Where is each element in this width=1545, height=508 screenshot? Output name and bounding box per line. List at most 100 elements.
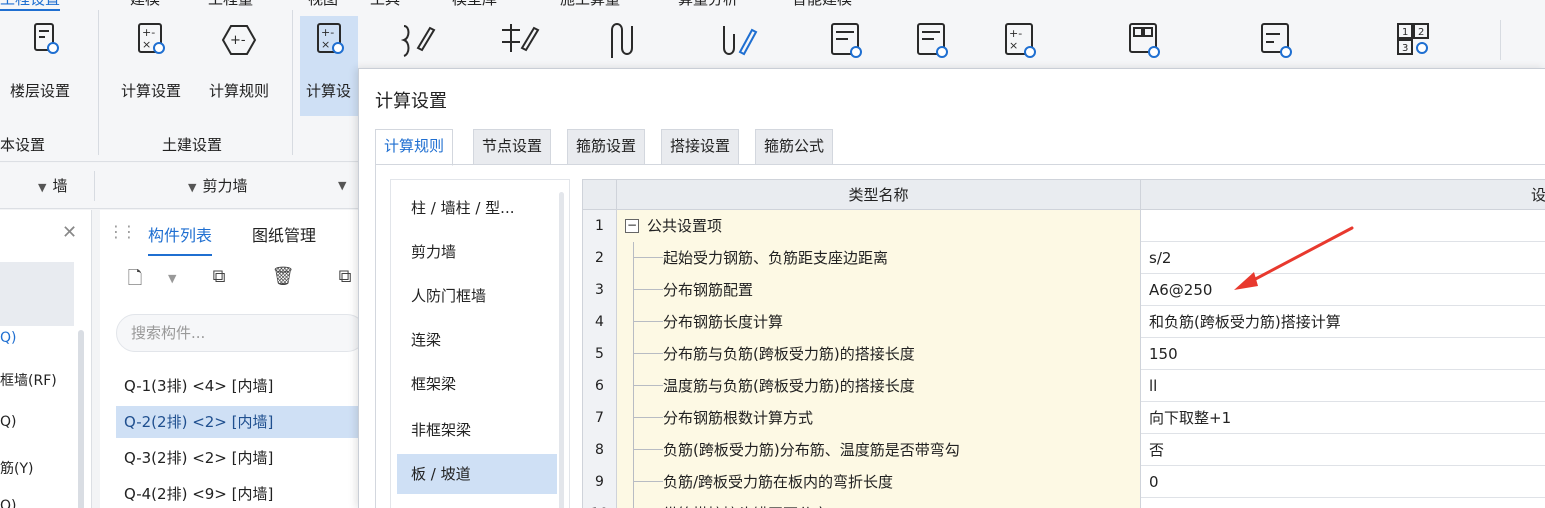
table-row[interactable]: 2 起始受力钢筋、负筋距支座边距离 s/2 xyxy=(583,242,1545,274)
table-refresh-icon[interactable] xyxy=(910,18,956,64)
menu-quantity-analysis[interactable]: 算量分析 xyxy=(678,0,738,9)
svg-text:×: × xyxy=(142,38,151,51)
rebar-edit-icon[interactable] xyxy=(396,18,442,64)
menu-modeling[interactable]: 建模 xyxy=(130,0,160,9)
component-list-item[interactable]: Q-2(2排) <2> [内墙] xyxy=(116,406,366,438)
row-name-cell: − 公共设置项 xyxy=(617,210,1141,242)
dialog-title: 计算设置 xyxy=(375,91,447,112)
row-index: 9 xyxy=(583,466,617,498)
menu-smart-modeling[interactable]: 智能建模 xyxy=(792,0,852,9)
category-item[interactable]: 连梁 xyxy=(397,320,557,360)
tree-item[interactable]: 框墙(RF) xyxy=(0,370,57,390)
component-search-input[interactable]: 搜索构件... xyxy=(116,314,366,352)
numbering-settings-icon[interactable]: 1 2 3 xyxy=(1392,18,1438,64)
tree-connector xyxy=(633,242,634,274)
copy-icon[interactable]: ⧉ xyxy=(204,266,234,296)
delete-icon[interactable]: 🗑 xyxy=(268,266,298,296)
svg-text:×: × xyxy=(1009,39,1018,52)
row-value[interactable]: 150 xyxy=(1141,338,1545,370)
rebar-bend-icon[interactable] xyxy=(600,18,646,64)
menu-quantity[interactable]: 工程量 xyxy=(208,0,253,9)
component-list-item[interactable]: Q-1(3排) <4> [内墙] xyxy=(116,370,366,402)
calc-settings-button[interactable]: +- × 计算设置 xyxy=(106,16,196,116)
menu-project-settings[interactable]: 工程设置 xyxy=(0,0,61,11)
menu-model-library[interactable]: 模型库 xyxy=(452,0,497,9)
table-settings-icon[interactable] xyxy=(824,18,870,64)
row-name-cell: 负筋(跨板受力筋)分布筋、温度筋是否带弯勾 xyxy=(617,434,1141,466)
filter-component-subtype[interactable]: ▼ 剪力墙 xyxy=(188,175,247,196)
formula-settings-icon[interactable]: +- × xyxy=(998,18,1044,64)
tree-item[interactable]: 筋(Y) xyxy=(0,458,33,478)
category-scrollbar[interactable] xyxy=(559,192,564,508)
menu-tools[interactable]: 工具 xyxy=(370,0,400,9)
calc-settings-label: 计算设置 xyxy=(120,82,181,100)
rebar-section-icon[interactable] xyxy=(496,18,542,64)
tree-item[interactable]: Q) xyxy=(0,414,16,430)
layout-settings-icon[interactable] xyxy=(1122,18,1168,64)
category-item[interactable]: 非框架梁 xyxy=(397,410,557,450)
menu-view[interactable]: 视图 xyxy=(308,0,338,9)
steel-calc-settings-button[interactable]: +- × 计算设 xyxy=(300,16,358,116)
tab-stirrup-formula[interactable]: 箍筋公式 xyxy=(755,129,834,165)
row-value[interactable]: 和负筋(跨板受力筋)搭接计算 xyxy=(1141,306,1545,338)
list-settings-icon[interactable] xyxy=(1254,18,1300,64)
tree-selected-node[interactable] xyxy=(0,262,74,326)
category-item[interactable]: 框架梁 xyxy=(397,364,557,404)
table-row[interactable]: 6 温度筋与负筋(跨板受力筋)的搭接长度 ll xyxy=(583,370,1545,402)
category-item[interactable]: 柱 / 墙柱 / 型... xyxy=(397,188,557,228)
row-value[interactable]: ll xyxy=(1141,370,1545,402)
filter-component-type[interactable]: ▼ 墙 xyxy=(38,175,67,196)
table-row[interactable]: 3 分布钢筋配置 A6@250 xyxy=(583,274,1545,306)
calc-settings-icon: +- × xyxy=(138,23,165,54)
chevron-down-icon[interactable]: ▼ xyxy=(338,175,352,193)
floor-settings-button[interactable]: 楼层设置 xyxy=(0,16,90,116)
tab-lap-settings[interactable]: 搭接设置 xyxy=(661,129,740,165)
table-row[interactable]: 1− 公共设置项 xyxy=(583,210,1545,242)
collapse-icon[interactable]: − xyxy=(625,219,639,233)
tree-connector xyxy=(633,321,663,322)
tree-connector xyxy=(633,481,663,482)
close-icon[interactable]: ✕ xyxy=(62,222,77,243)
calc-rules-icon: +- xyxy=(221,25,257,55)
table-row[interactable]: 5 分布筋与负筋(跨板受力筋)的搭接长度 150 xyxy=(583,338,1545,370)
menu-construction-quantity[interactable]: 施工算量 xyxy=(560,0,620,9)
drag-handle-icon[interactable]: ⋮⋮ xyxy=(108,222,137,241)
row-index: 8 xyxy=(583,434,617,466)
component-list-item[interactable]: Q-3(2排) <2> [内墙] xyxy=(116,442,366,474)
row-name-cell: 分布钢筋根数计算方式 xyxy=(617,402,1141,434)
tab-component-list[interactable]: 构件列表 xyxy=(148,222,213,256)
chevron-down-icon[interactable]: ▼ xyxy=(168,272,176,285)
tab-calc-rules[interactable]: 计算规则 xyxy=(375,129,454,166)
duplicate-icon[interactable]: ⧉ xyxy=(330,266,360,296)
tree-connector xyxy=(633,370,634,402)
new-component-icon[interactable]: 🗋 xyxy=(120,266,150,296)
row-name: 负筋(跨板受力筋)分布筋、温度筋是否带弯勾 xyxy=(663,441,960,459)
category-item[interactable]: 板 / 坡道 xyxy=(397,454,557,494)
row-index: 10 xyxy=(583,498,617,508)
calc-rules-button[interactable]: +- 计算规则 xyxy=(194,16,284,116)
tree-item[interactable]: Q) xyxy=(0,330,16,346)
row-value[interactable]: 50% xyxy=(1141,498,1545,508)
category-item[interactable]: 人防门框墙 xyxy=(397,276,557,316)
row-value[interactable]: 否 xyxy=(1141,434,1545,466)
tab-node-settings[interactable]: 节点设置 xyxy=(473,129,552,165)
tab-drawing-management[interactable]: 图纸管理 xyxy=(252,222,316,246)
floor-settings-label: 楼层设置 xyxy=(9,82,70,100)
row-value[interactable]: 0 xyxy=(1141,466,1545,498)
row-value[interactable]: 向下取整+1 xyxy=(1141,402,1545,434)
app-window: 工程设置 建模 工程量 视图 工具 模型库 施工算量 算量分析 智能建模 楼层设… xyxy=(0,0,1545,508)
table-row[interactable]: 8 负筋(跨板受力筋)分布筋、温度筋是否带弯勾 否 xyxy=(583,434,1545,466)
rebar-draw-icon[interactable] xyxy=(716,18,762,64)
table-row[interactable]: 9 负筋/跨板受力筋在板内的弯折长度 0 xyxy=(583,466,1545,498)
tree-connector xyxy=(633,402,634,434)
tab-stirrup-settings[interactable]: 箍筋设置 xyxy=(567,129,646,165)
tree-connector xyxy=(633,274,634,306)
tree-item[interactable]: Q) xyxy=(0,498,16,508)
component-list-item[interactable]: Q-4(2排) <9> [内墙] xyxy=(116,478,366,508)
table-row[interactable]: 10 纵筋搭接接头错开百分率 50% xyxy=(583,498,1545,508)
tree-connector xyxy=(633,385,663,386)
table-row[interactable]: 4 分布钢筋长度计算 和负筋(跨板受力筋)搭接计算 xyxy=(583,306,1545,338)
table-row[interactable]: 7 分布钢筋根数计算方式 向下取整+1 xyxy=(583,402,1545,434)
category-item[interactable]: 剪力墙 xyxy=(397,232,557,272)
tree-scrollbar[interactable] xyxy=(78,330,84,508)
